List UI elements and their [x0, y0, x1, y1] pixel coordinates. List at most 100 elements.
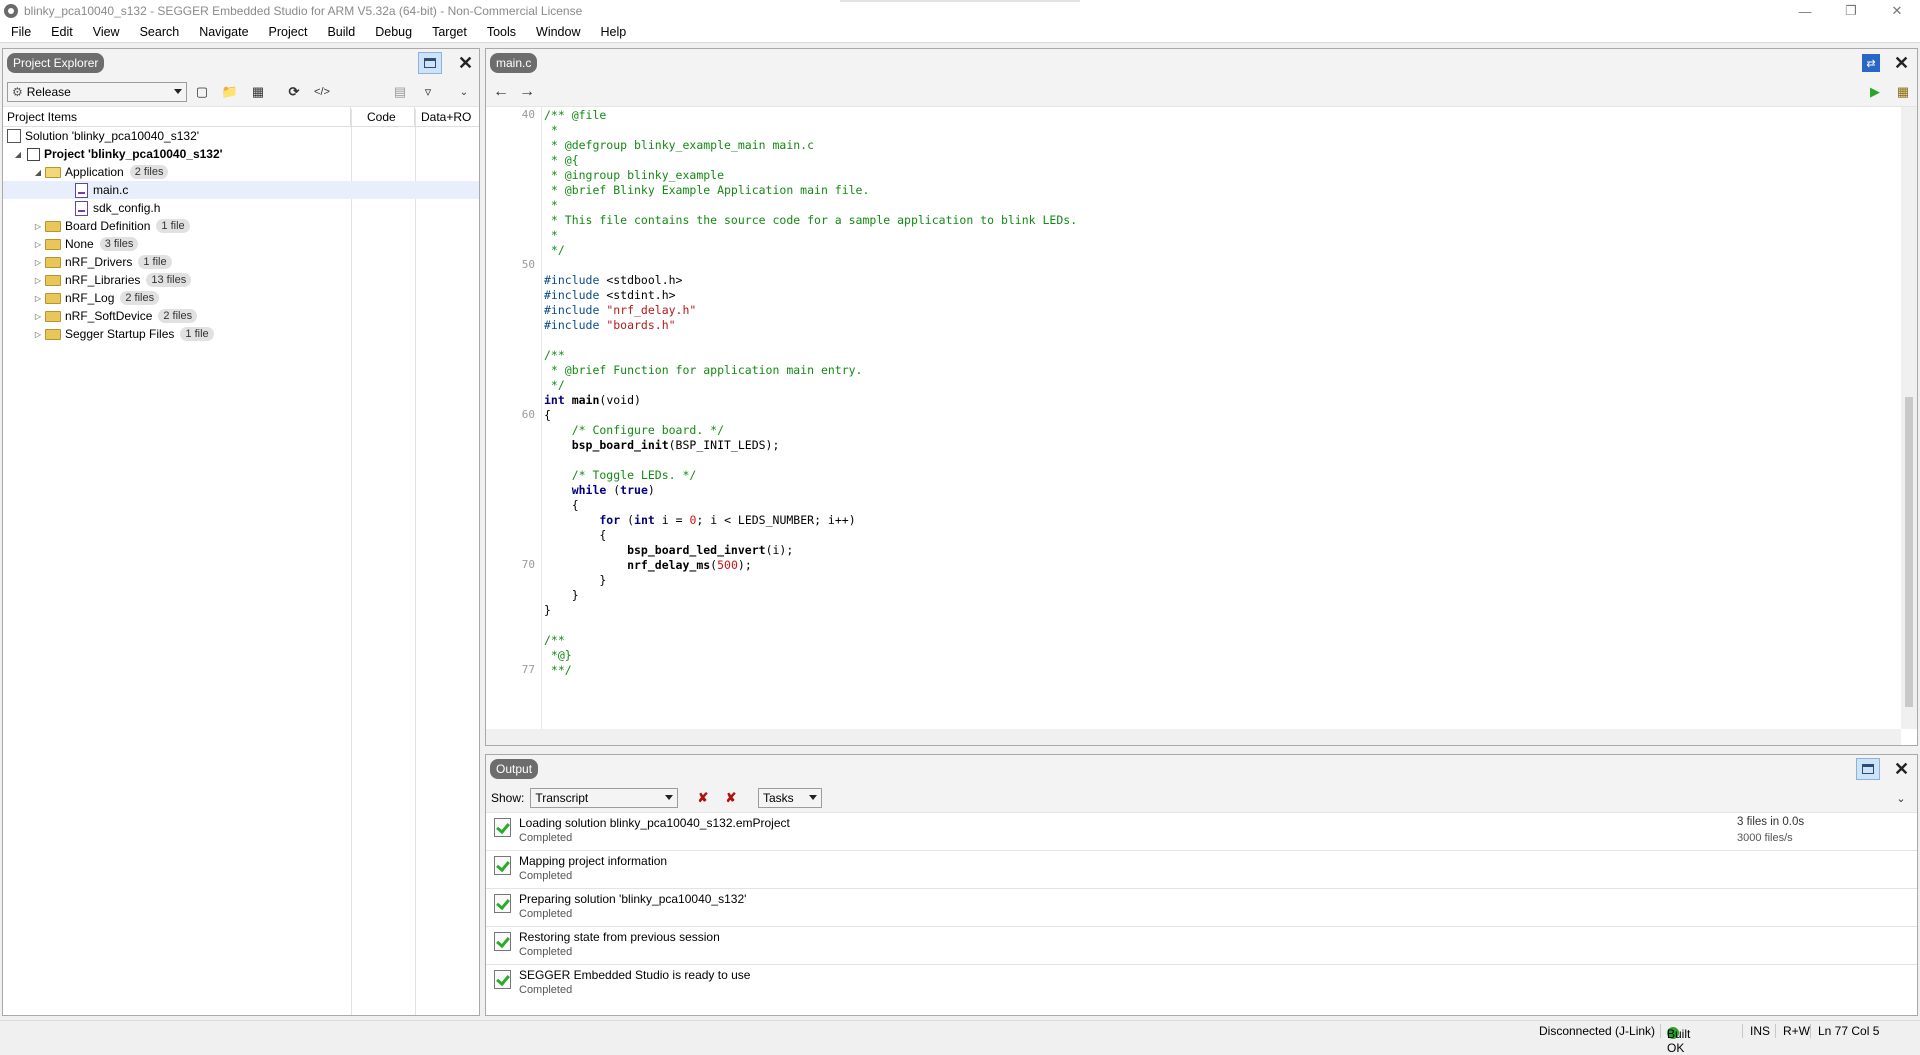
- tasks-select[interactable]: Tasks: [758, 788, 822, 808]
- folder-icon: [45, 238, 61, 250]
- show-select[interactable]: Transcript: [530, 787, 679, 808]
- back-arrow-icon[interactable]: ←: [492, 83, 510, 101]
- output-row[interactable]: Loading solution blinky_pca10040_s132.em…: [486, 813, 1917, 851]
- chevron-down-icon: [809, 795, 817, 800]
- menu-build[interactable]: Build: [316, 25, 364, 39]
- tree-item-folder[interactable]: ▷ Board Definition 1 file: [3, 217, 479, 235]
- status-separator: [1775, 1024, 1776, 1038]
- expander-icon[interactable]: ▷: [33, 294, 43, 303]
- tree-item-folder[interactable]: ▷ nRF_SoftDevice 2 files: [3, 307, 479, 325]
- menu-tools[interactable]: Tools: [476, 25, 525, 39]
- clear-filter-icon[interactable]: ✘: [694, 789, 712, 807]
- expander-icon[interactable]: ▷: [33, 276, 43, 285]
- file-count-badge: 3 files: [99, 237, 139, 251]
- code-line: */: [544, 378, 565, 392]
- project-explorer-panel: Project Explorer ✕ ⚙ Release ▢ 📁 ▦ ⟳ </>…: [2, 48, 480, 1016]
- expander-icon[interactable]: ▷: [33, 258, 43, 267]
- expander-icon[interactable]: ▷: [33, 222, 43, 231]
- chevron-down-icon[interactable]: ⌄: [1892, 789, 1910, 807]
- menu-search[interactable]: Search: [129, 25, 189, 39]
- split-view-icon[interactable]: ⇄: [1862, 54, 1880, 72]
- code-line: bsp_board_init(BSP_INIT_LEDS);: [544, 438, 780, 452]
- code-line: * @defgroup blinky_example_main main.c: [544, 138, 815, 152]
- clear-all-icon[interactable]: ✘: [722, 789, 740, 807]
- refresh-icon[interactable]: ⟳: [285, 83, 303, 101]
- code-editor[interactable]: 40 50 60 70 77 /** @file * * @defgroup b…: [486, 107, 1901, 729]
- tree-item-main-c[interactable]: main.c: [3, 181, 479, 199]
- editor-tab-main-c[interactable]: main.c: [490, 53, 538, 73]
- insert-mode[interactable]: INS: [1750, 1024, 1770, 1038]
- tree-item-folder[interactable]: ▷ nRF_Libraries 13 files: [3, 271, 479, 289]
- expander-icon[interactable]: ◢: [33, 168, 43, 177]
- close-output-icon[interactable]: ✕: [1894, 760, 1909, 778]
- status-bar: Disconnected (J-Link) Built OK INS R+W L…: [0, 1020, 1920, 1055]
- tree-item-application[interactable]: ◢ Application 2 files: [3, 163, 479, 181]
- restore-button[interactable]: ❐: [1828, 0, 1874, 22]
- run-icon[interactable]: ▶: [1866, 83, 1884, 101]
- cursor-position[interactable]: Ln 77 Col 5: [1818, 1024, 1879, 1038]
- filter-icon[interactable]: ▿: [419, 83, 437, 101]
- col-data[interactable]: Data+RO: [415, 107, 479, 127]
- tree-item-folder[interactable]: ▷ nRF_Log 2 files: [3, 289, 479, 307]
- tree-item-folder[interactable]: ▷ nRF_Drivers 1 file: [3, 253, 479, 271]
- window-icon[interactable]: ▢: [193, 83, 211, 101]
- minimize-button[interactable]: —: [1782, 0, 1828, 22]
- output-row[interactable]: Mapping project information Completed: [486, 851, 1917, 889]
- maximize-panel-button[interactable]: [1856, 758, 1880, 780]
- gear-icon: ⚙: [12, 84, 23, 99]
- expander-icon[interactable]: ◢: [13, 150, 23, 159]
- tree-item-solution[interactable]: Solution 'blinky_pca10040_s132': [3, 127, 479, 145]
- output-row[interactable]: SEGGER Embedded Studio is ready to use C…: [486, 965, 1917, 1003]
- menu-target[interactable]: Target: [421, 25, 476, 39]
- close-window-button[interactable]: ✕: [1874, 0, 1920, 22]
- collapse-icon[interactable]: ▤: [391, 83, 409, 101]
- menu-edit[interactable]: Edit: [40, 25, 82, 39]
- file-count-badge: 1 file: [180, 327, 214, 341]
- line-number: 77: [521, 663, 535, 676]
- forward-arrow-icon[interactable]: →: [518, 83, 536, 101]
- folder-icon: [45, 220, 61, 232]
- editor-horizontal-scrollbar[interactable]: [486, 729, 1901, 745]
- output-tab[interactable]: Output: [490, 759, 539, 779]
- code-line: while (true): [544, 483, 655, 497]
- editor-vertical-scrollbar[interactable]: [1901, 107, 1917, 729]
- build-status-label: Built OK: [1667, 1027, 1691, 1055]
- tree-item-folder[interactable]: ▷ Segger Startup Files 1 file: [3, 325, 479, 343]
- menu-project[interactable]: Project: [258, 25, 317, 39]
- tree-item-sdk-config[interactable]: sdk_config.h: [3, 199, 479, 217]
- menu-debug[interactable]: Debug: [364, 25, 421, 39]
- output-row[interactable]: Preparing solution 'blinky_pca10040_s132…: [486, 889, 1917, 927]
- close-editor-icon[interactable]: ✕: [1894, 54, 1909, 72]
- menu-file[interactable]: File: [0, 25, 40, 39]
- folder-icon: [45, 310, 61, 322]
- menu-help[interactable]: Help: [589, 25, 635, 39]
- code-icon[interactable]: </>: [313, 83, 331, 101]
- menu-view[interactable]: View: [82, 25, 129, 39]
- maximize-panel-button[interactable]: [418, 52, 442, 74]
- folder-icon[interactable]: 📁: [221, 83, 239, 101]
- properties-icon[interactable]: ▦: [249, 83, 267, 101]
- code-line: *: [544, 198, 558, 212]
- expander-icon[interactable]: ▷: [33, 330, 43, 339]
- tree-item-folder[interactable]: ▷ None 3 files: [3, 235, 479, 253]
- col-project-items[interactable]: Project Items: [3, 106, 351, 127]
- menu-navigate[interactable]: Navigate: [188, 25, 257, 39]
- code-line: #include <stdbool.h>: [544, 273, 683, 287]
- code-line: {: [544, 408, 551, 422]
- connection-status[interactable]: Disconnected (J-Link): [1539, 1024, 1655, 1038]
- col-code[interactable]: Code: [351, 106, 415, 127]
- expander-icon[interactable]: ▷: [33, 240, 43, 249]
- build-config-select[interactable]: ⚙ Release: [7, 81, 187, 102]
- tree-label: Board Definition: [65, 219, 151, 233]
- close-panel-icon[interactable]: ✕: [458, 54, 473, 72]
- chevron-down-icon[interactable]: ⌄: [455, 83, 473, 101]
- expander-icon[interactable]: ▷: [33, 312, 43, 321]
- scrollbar-thumb[interactable]: [1905, 397, 1913, 707]
- read-write-mode[interactable]: R+W: [1783, 1024, 1810, 1038]
- maximize-icon: [1862, 764, 1874, 774]
- menu-window[interactable]: Window: [525, 25, 589, 39]
- debug-icon[interactable]: ▦: [1894, 83, 1912, 101]
- output-row[interactable]: Restoring state from previous session Co…: [486, 927, 1917, 965]
- tree-item-project[interactable]: ◢ Project 'blinky_pca10040_s132': [3, 145, 479, 163]
- project-explorer-tab[interactable]: Project Explorer: [7, 53, 105, 73]
